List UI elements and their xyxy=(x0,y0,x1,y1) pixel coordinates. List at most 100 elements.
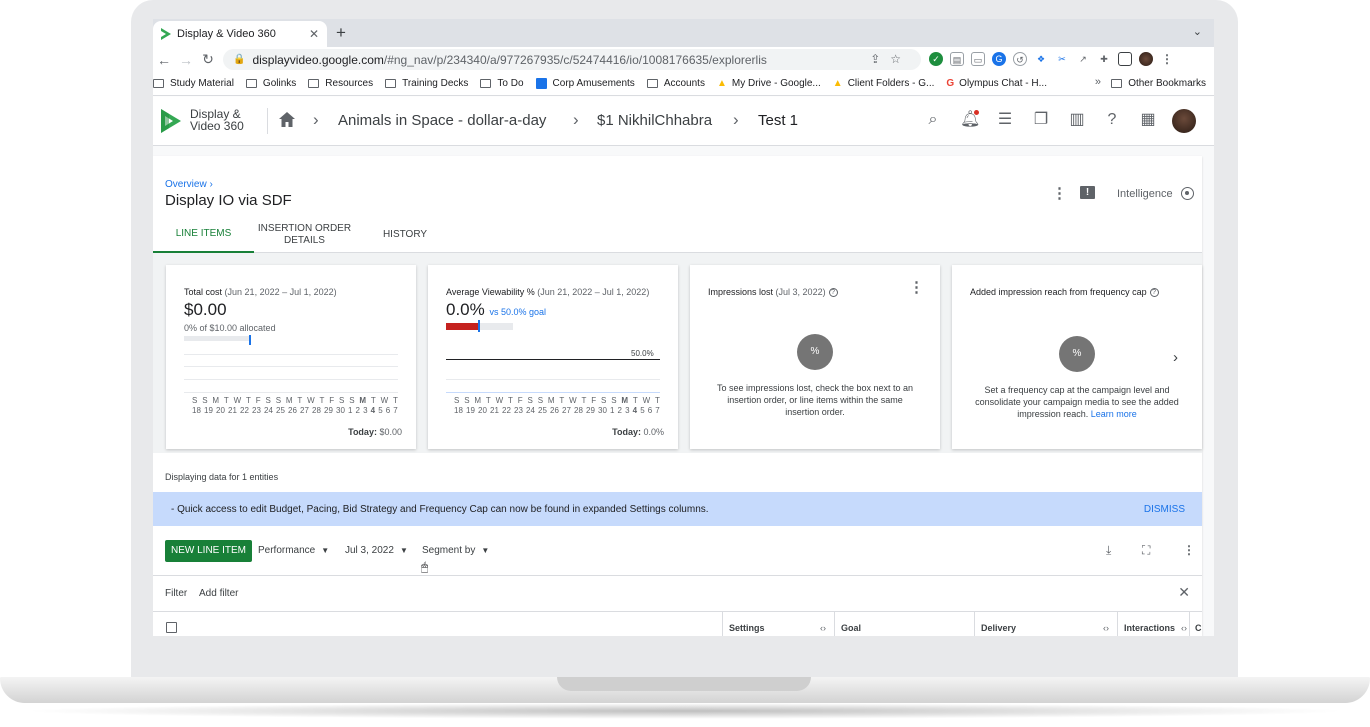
new-tab-icon[interactable]: + xyxy=(336,23,346,43)
more-options-icon[interactable]: ⋮ xyxy=(1183,543,1195,557)
expand-column-icon[interactable]: ‹› xyxy=(1181,612,1187,636)
download-icon[interactable]: ⤓ xyxy=(1106,543,1111,558)
browser-tab[interactable]: Display & Video 360 ✕ xyxy=(153,21,327,47)
scorecard-viewability[interactable]: Average Viewability % (Jun 21, 2022 – Ju… xyxy=(428,265,678,449)
column-settings[interactable]: Settings ‹› xyxy=(722,612,834,636)
help-circle-icon[interactable]: ? xyxy=(828,288,838,298)
browser-menu-icon[interactable]: ⋮ xyxy=(1160,52,1174,66)
performance-dropdown[interactable]: Performance ▼ xyxy=(258,545,329,556)
bookmark-label: To Do xyxy=(497,78,524,89)
extension-notes-icon[interactable]: ▤ xyxy=(950,52,964,66)
dv360-logo-icon[interactable] xyxy=(161,109,181,133)
lock-icon: 🔒 xyxy=(233,54,246,65)
side-panel-icon[interactable] xyxy=(1118,52,1132,66)
chevron-right-icon[interactable]: › xyxy=(1173,349,1178,366)
filter-label: Filter xyxy=(165,588,188,599)
more-options-icon[interactable]: ⋮ xyxy=(909,278,924,296)
help-circle-icon[interactable]: ? xyxy=(1149,288,1159,298)
add-filter-input[interactable]: Add filter xyxy=(199,588,238,599)
product-name: Display & Video 360 xyxy=(190,108,244,132)
search-icon[interactable]: ⌕ xyxy=(924,111,942,129)
column-conversions[interactable]: C xyxy=(1189,612,1202,636)
day-tick-label: M xyxy=(359,396,367,405)
library-icon[interactable]: ❐ xyxy=(1032,111,1050,129)
day-tick-label: 18 xyxy=(192,406,201,415)
manage-users-icon[interactable]: ☰ xyxy=(996,111,1014,129)
extensions-puzzle-icon[interactable]: ✚ xyxy=(1097,52,1111,66)
help-icon[interactable]: ? xyxy=(1103,111,1121,129)
day-tick-label: S xyxy=(202,396,208,405)
bookmark-study-material[interactable]: Study Material xyxy=(153,78,234,89)
scorecard-empty-message: To see impressions lost, check the box n… xyxy=(716,383,914,417)
new-line-item-button[interactable]: NEW LINE ITEM xyxy=(165,540,253,562)
extension-pin-icon[interactable]: ↗ xyxy=(1076,52,1090,66)
forward-icon[interactable]: → xyxy=(175,52,197,68)
address-bar[interactable]: 🔒 displayvideo.google.com /#ng_nav/p/234… xyxy=(223,49,921,70)
back-icon[interactable]: ← xyxy=(153,52,175,68)
learn-more-link[interactable]: Learn more xyxy=(1091,409,1137,419)
extension-dropbox-icon[interactable]: ❖ xyxy=(1034,52,1048,66)
day-tick-label: M xyxy=(474,396,482,405)
other-bookmarks[interactable]: Other Bookmarks xyxy=(1111,78,1206,89)
tab-search-icon[interactable]: ⌄ xyxy=(1193,25,1202,38)
bookmarks-overflow-icon[interactable]: » xyxy=(1095,76,1101,88)
breadcrumb-advertiser[interactable]: $1 NikhilChhabra xyxy=(597,112,712,129)
bookmarks-bar: Study Material Golinks Resources Trainin… xyxy=(153,72,1214,96)
bookmark-corp-amusements[interactable]: Corp Amusements xyxy=(535,78,635,89)
scorecard-title-text: Added impression reach from frequency ca… xyxy=(970,287,1147,297)
clear-filter-icon[interactable]: ✕ xyxy=(1178,584,1190,601)
column-goal[interactable]: Goal xyxy=(834,612,974,636)
overview-link[interactable]: Overview › xyxy=(165,179,213,190)
url-path: /#ng_nav/p/234340/a/977267935/c/52474416… xyxy=(383,52,767,67)
day-tick-label: T xyxy=(223,396,229,405)
day-tick-label: W xyxy=(233,396,242,405)
fullscreen-icon[interactable]: ⛶ xyxy=(1142,543,1150,558)
extension-refresh-icon[interactable]: ↺ xyxy=(1013,52,1027,66)
bookmark-olympus-chat[interactable]: G Olympus Chat - H... xyxy=(946,78,1047,89)
expand-column-icon[interactable]: ‹› xyxy=(1103,612,1109,636)
tab-insertion-order-details[interactable]: INSERTION ORDER DETAILS xyxy=(254,216,355,253)
extension-grammar-icon[interactable]: ✓ xyxy=(929,52,943,66)
user-avatar[interactable] xyxy=(1172,109,1196,133)
scorecard-frequency-cap[interactable]: Added impression reach from frequency ca… xyxy=(952,265,1202,449)
intelligence-toggle[interactable]: Intelligence xyxy=(1117,187,1194,200)
bookmark-client-folders[interactable]: ▲ Client Folders - G... xyxy=(833,78,935,89)
column-interactions[interactable]: Interactions ‹› xyxy=(1117,612,1189,636)
today-value: 0.0% xyxy=(643,427,664,437)
apps-grid-icon[interactable]: ▦ xyxy=(1139,111,1157,129)
bookmark-golinks[interactable]: Golinks xyxy=(245,78,296,89)
scorecard-impressions-lost[interactable]: Impressions lost (Jul 3, 2022)? ⋮ % To s… xyxy=(690,265,940,449)
tab-line-items[interactable]: LINE ITEMS xyxy=(153,216,254,253)
column-delivery[interactable]: Delivery ‹› xyxy=(974,612,1117,636)
laptop-notch xyxy=(557,677,811,691)
more-options-icon[interactable]: ⋮ xyxy=(1052,184,1067,202)
extension-google-icon[interactable]: G xyxy=(992,52,1006,66)
extension-scissors-icon[interactable]: ✂ xyxy=(1055,52,1069,66)
bookmark-to-do[interactable]: To Do xyxy=(480,78,524,89)
close-tab-icon[interactable]: ✕ xyxy=(309,27,319,41)
bookmark-resources[interactable]: Resources xyxy=(308,78,373,89)
home-icon[interactable] xyxy=(279,112,295,127)
day-tick-label: S xyxy=(601,396,607,405)
select-all-checkbox[interactable] xyxy=(166,622,177,633)
day-tick-label: F xyxy=(517,396,523,405)
share-star-icons[interactable]: ⇪☆ xyxy=(870,52,911,66)
expand-column-icon[interactable]: ‹› xyxy=(820,612,826,636)
bookmark-accounts[interactable]: Accounts xyxy=(646,78,705,89)
breadcrumb-insertion-order[interactable]: Test 1 xyxy=(758,112,798,129)
breadcrumb-campaign[interactable]: Animals in Space - dollar-a-day xyxy=(338,112,546,129)
bookmark-label: Resources xyxy=(325,78,374,89)
segment-by-dropdown[interactable]: Segment by ▼ xyxy=(422,545,489,556)
bookmark-training-decks[interactable]: Training Decks xyxy=(385,78,468,89)
dismiss-button[interactable]: DISMISS xyxy=(1144,504,1185,515)
viewability-goal-marker xyxy=(478,320,480,332)
reports-icon[interactable]: ▥ xyxy=(1068,111,1086,129)
extension-tag-icon[interactable]: ▭ xyxy=(971,52,985,66)
tab-history[interactable]: HISTORY xyxy=(355,216,455,253)
bookmark-my-drive[interactable]: ▲ My Drive - Google... xyxy=(717,78,821,89)
date-dropdown[interactable]: Jul 3, 2022 ▼ xyxy=(345,545,408,556)
scorecard-total-cost[interactable]: Total cost (Jun 21, 2022 – Jul 1, 2022) … xyxy=(166,265,416,449)
profile-avatar-icon[interactable] xyxy=(1139,52,1153,66)
feedback-icon[interactable]: ! xyxy=(1080,186,1095,199)
reload-icon[interactable]: ↻ xyxy=(197,51,219,68)
